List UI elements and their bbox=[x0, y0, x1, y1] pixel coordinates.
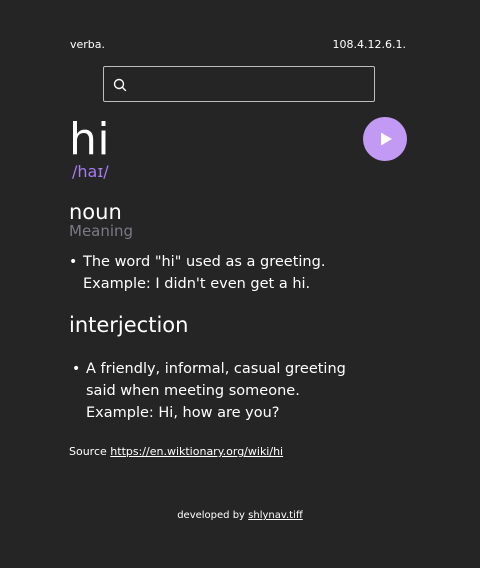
bullet-point: • bbox=[69, 254, 78, 270]
definition-example: Example: I didn't even get a hi. bbox=[83, 276, 311, 292]
footer-prefix: developed by bbox=[177, 510, 245, 521]
definition-list-noun: • The word "hi" used as a greeting. Exam… bbox=[69, 251, 389, 295]
version-label: 108.4.12.6.1. bbox=[332, 38, 406, 51]
source-link[interactable]: https://en.wiktionary.org/wiki/hi bbox=[110, 445, 283, 458]
search-input[interactable] bbox=[138, 73, 370, 97]
footer: developed by shlynav.tiff bbox=[0, 510, 480, 521]
definition-list-interjection: • A friendly, informal, casual greeting … bbox=[72, 358, 372, 424]
author-link[interactable]: shlynav.tiff bbox=[248, 510, 303, 521]
app-logo: verba. bbox=[70, 38, 106, 51]
word-title: hi bbox=[69, 114, 111, 165]
definition-text: The word "hi" used as a greeting. bbox=[83, 254, 326, 270]
definition-text: A friendly, informal, casual greeting sa… bbox=[86, 361, 346, 399]
bullet-point: • bbox=[72, 361, 81, 377]
source-line: Source https://en.wiktionary.org/wiki/hi bbox=[69, 445, 283, 458]
play-icon bbox=[381, 132, 392, 146]
source-label: Source bbox=[69, 445, 107, 458]
search-icon bbox=[113, 78, 127, 92]
definition-example: Example: Hi, how are you? bbox=[86, 405, 280, 421]
meaning-subheading: Meaning bbox=[69, 222, 134, 240]
play-audio-button[interactable] bbox=[363, 117, 407, 161]
part-of-speech-interjection: interjection bbox=[69, 313, 189, 337]
part-of-speech-noun: noun bbox=[69, 200, 122, 224]
phonetic-text: /haɪ/ bbox=[72, 162, 109, 181]
definition-item: • The word "hi" used as a greeting. Exam… bbox=[69, 251, 389, 295]
definition-item: • A friendly, informal, casual greeting … bbox=[72, 358, 372, 424]
search-bar[interactable] bbox=[103, 66, 375, 102]
